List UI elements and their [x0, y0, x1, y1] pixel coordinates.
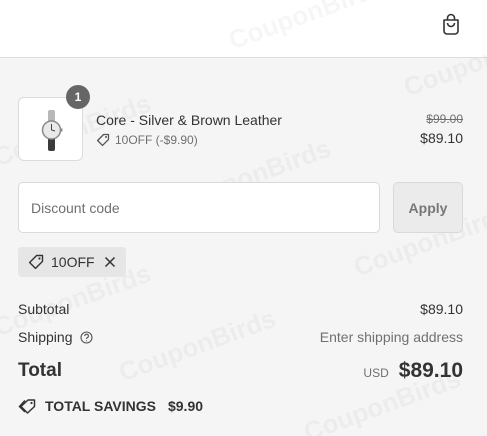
apply-button[interactable]: Apply	[393, 182, 463, 233]
tag-icon	[96, 133, 110, 147]
applied-discount-chip: 10OFF	[18, 247, 126, 277]
tag-icon	[28, 254, 44, 270]
total-amount-group: USD $89.10	[363, 359, 463, 383]
shipping-row: Shipping Enter shipping address	[18, 328, 463, 346]
subtotal-row: Subtotal $89.10	[18, 300, 463, 318]
total-savings: TOTAL SAVINGS $9.90	[18, 396, 203, 416]
cart-line-item: 1 Core - Silver & Brown Leather 10OFF (-…	[18, 85, 463, 161]
subtotal-value: $89.10	[420, 301, 463, 317]
currency-code: USD	[363, 366, 389, 380]
total-amount: $89.10	[398, 359, 463, 382]
savings-amount: $9.90	[167, 398, 204, 414]
quantity-badge: 1	[66, 85, 90, 109]
total-row: Total USD $89.10	[18, 357, 463, 385]
applied-code-text: 10OFF	[51, 254, 95, 270]
tag-icon	[18, 399, 36, 414]
close-icon[interactable]	[104, 256, 116, 268]
checkout-header	[0, 0, 487, 58]
remove-discount-button[interactable]	[104, 256, 116, 268]
item-discount-text: 10OFF (-$9.90)	[115, 133, 198, 147]
savings-label: TOTAL SAVINGS	[45, 398, 156, 414]
original-price: $99.00	[426, 112, 463, 126]
shopping-bag-icon[interactable]	[440, 12, 462, 36]
subtotal-label: Subtotal	[18, 301, 70, 317]
shipping-label-group: Shipping	[18, 329, 93, 345]
shipping-value: Enter shipping address	[319, 329, 463, 345]
item-price: $89.10	[420, 130, 463, 146]
product-name: Core - Silver & Brown Leather	[96, 112, 282, 128]
question-circle-icon[interactable]	[79, 330, 93, 344]
discount-code-input[interactable]	[18, 182, 380, 233]
item-discount: 10OFF (-$9.90)	[96, 133, 198, 147]
shipping-label: Shipping	[18, 329, 73, 345]
total-label: Total	[18, 360, 62, 381]
